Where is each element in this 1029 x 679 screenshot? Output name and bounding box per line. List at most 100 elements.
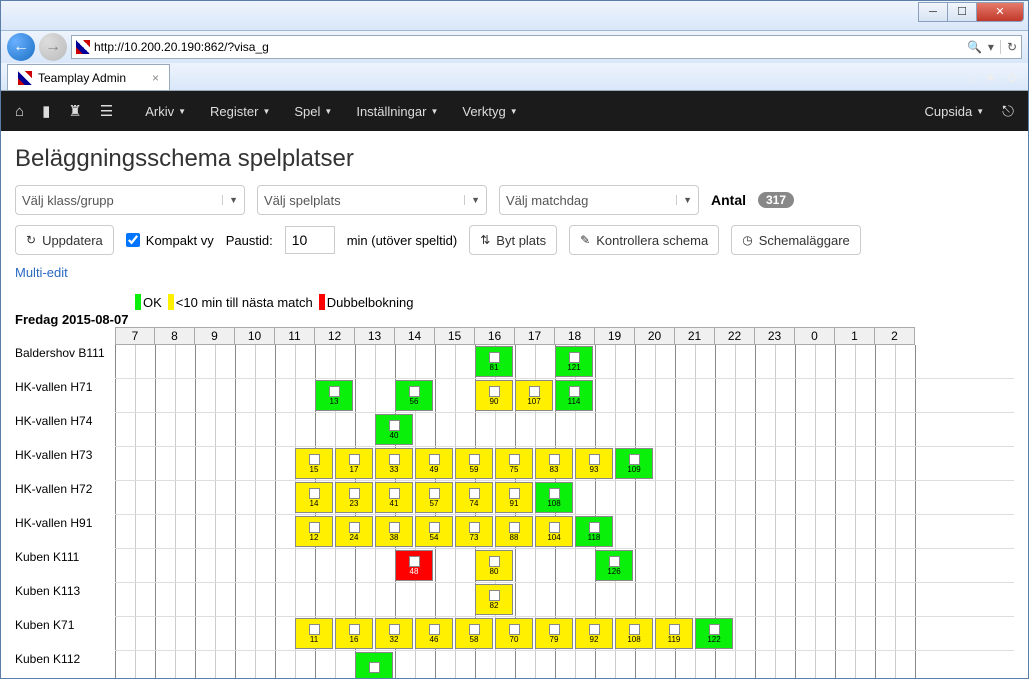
select-matchdag[interactable]: Välj matchdag ▼ (499, 185, 699, 215)
schedule-block[interactable]: 16 (335, 618, 373, 649)
schedule-block[interactable]: 109 (615, 448, 653, 479)
schedule-block[interactable]: 114 (555, 380, 593, 411)
block-checkbox[interactable] (469, 454, 480, 465)
schedule-block[interactable]: 12 (295, 516, 333, 547)
tab-close-icon[interactable]: × (152, 71, 159, 85)
schedule-block[interactable]: 126 (595, 550, 633, 581)
window-maximize-button[interactable]: ☐ (947, 2, 977, 22)
tower-icon[interactable]: ♜ (68, 102, 81, 120)
kompakt-vy-checkbox[interactable]: Kompakt vy (126, 233, 214, 248)
select-spelplats[interactable]: Välj spelplats ▼ (257, 185, 487, 215)
block-checkbox[interactable] (389, 522, 400, 533)
schedule-block[interactable]: 90 (475, 380, 513, 411)
block-checkbox[interactable] (429, 624, 440, 635)
schedule-block[interactable]: 122 (695, 618, 733, 649)
schedule-block[interactable]: 80 (475, 550, 513, 581)
block-checkbox[interactable] (549, 454, 560, 465)
schemalaggare-button[interactable]: ◷ Schemaläggare (731, 225, 861, 255)
schedule-block[interactable]: 24 (335, 516, 373, 547)
block-checkbox[interactable] (389, 454, 400, 465)
schedule-block[interactable]: 75 (495, 448, 533, 479)
block-checkbox[interactable] (469, 624, 480, 635)
back-button[interactable]: ← (7, 33, 35, 61)
schedule-block[interactable]: 74 (455, 482, 493, 513)
schedule-block[interactable]: 40 (375, 414, 413, 445)
schedule-block[interactable]: 108 (615, 618, 653, 649)
schedule-block[interactable]: 70 (495, 618, 533, 649)
block-checkbox[interactable] (489, 590, 500, 601)
block-checkbox[interactable] (569, 386, 580, 397)
schedule-block[interactable]: 38 (375, 516, 413, 547)
schedule-block[interactable]: 11 (295, 618, 333, 649)
block-checkbox[interactable] (549, 522, 560, 533)
block-checkbox[interactable] (349, 522, 360, 533)
block-checkbox[interactable] (549, 624, 560, 635)
schedule-block[interactable]: 91 (495, 482, 533, 513)
schedule-block[interactable]: 48 (395, 550, 433, 581)
cupsida-menu[interactable]: Cupsida ▼ (925, 104, 985, 119)
nav-menu-verktyg[interactable]: Verktyg▼ (462, 104, 517, 119)
schedule-block[interactable]: 119 (655, 618, 693, 649)
block-checkbox[interactable] (629, 454, 640, 465)
block-checkbox[interactable] (409, 556, 420, 567)
block-checkbox[interactable] (489, 386, 500, 397)
address-bar[interactable]: 🔍 ▾ ↻ (71, 35, 1022, 59)
schedule-block[interactable]: 104 (535, 516, 573, 547)
block-checkbox[interactable] (409, 386, 420, 397)
home-nav-icon[interactable]: ⌂ (15, 103, 24, 120)
home-icon[interactable]: ⌂ (967, 70, 975, 86)
block-checkbox[interactable] (349, 624, 360, 635)
schedule-block[interactable]: 15 (295, 448, 333, 479)
block-checkbox[interactable] (589, 454, 600, 465)
block-checkbox[interactable] (529, 386, 540, 397)
byt-plats-button[interactable]: ⇅ Byt plats (469, 225, 557, 255)
block-checkbox[interactable] (489, 352, 500, 363)
block-checkbox[interactable] (589, 624, 600, 635)
favorites-icon[interactable]: ★ (985, 70, 997, 86)
schedule-block[interactable]: 121 (555, 346, 593, 377)
tools-icon[interactable]: ⚙ (1006, 70, 1018, 86)
schedule-block[interactable]: 108 (535, 482, 573, 513)
kompakt-vy-input[interactable] (126, 233, 140, 247)
block-checkbox[interactable] (429, 522, 440, 533)
schedule-block[interactable]: 49 (415, 448, 453, 479)
schedule-block[interactable]: 118 (575, 516, 613, 547)
refresh-icon[interactable]: ↻ (1000, 40, 1017, 54)
block-checkbox[interactable] (569, 352, 580, 363)
schedule-block[interactable]: 57 (415, 482, 453, 513)
schedule-block[interactable]: 56 (395, 380, 433, 411)
window-minimize-button[interactable]: ─ (918, 2, 948, 22)
nav-menu-register[interactable]: Register▼ (210, 104, 270, 119)
logout-icon[interactable]: ⎋ (1002, 103, 1014, 120)
block-checkbox[interactable] (709, 624, 720, 635)
uppdatera-button[interactable]: ↻ Uppdatera (15, 225, 114, 255)
search-icon[interactable]: 🔍 (967, 40, 982, 54)
schedule-block[interactable]: 46 (415, 618, 453, 649)
schedule-block[interactable]: 14 (295, 482, 333, 513)
nav-menu-inställningar[interactable]: Inställningar▼ (356, 104, 438, 119)
block-checkbox[interactable] (509, 624, 520, 635)
paustid-input[interactable] (285, 226, 335, 254)
block-checkbox[interactable] (309, 624, 320, 635)
block-checkbox[interactable] (589, 522, 600, 533)
block-checkbox[interactable] (389, 420, 400, 431)
schedule-block[interactable]: 58 (455, 618, 493, 649)
block-checkbox[interactable] (389, 488, 400, 499)
block-checkbox[interactable] (509, 454, 520, 465)
schedule-block[interactable]: 93 (575, 448, 613, 479)
block-checkbox[interactable] (429, 454, 440, 465)
block-checkbox[interactable] (469, 488, 480, 499)
block-checkbox[interactable] (309, 454, 320, 465)
schedule-block[interactable]: 79 (535, 618, 573, 649)
block-checkbox[interactable] (629, 624, 640, 635)
block-checkbox[interactable] (429, 488, 440, 499)
block-checkbox[interactable] (669, 624, 680, 635)
block-checkbox[interactable] (309, 488, 320, 499)
url-input[interactable] (94, 40, 963, 54)
nav-menu-spel[interactable]: Spel▼ (294, 104, 332, 119)
schedule-block[interactable]: 83 (535, 448, 573, 479)
block-checkbox[interactable] (329, 386, 340, 397)
schedule-block[interactable]: 13 (315, 380, 353, 411)
block-checkbox[interactable] (349, 454, 360, 465)
schedule-block[interactable] (355, 652, 393, 678)
